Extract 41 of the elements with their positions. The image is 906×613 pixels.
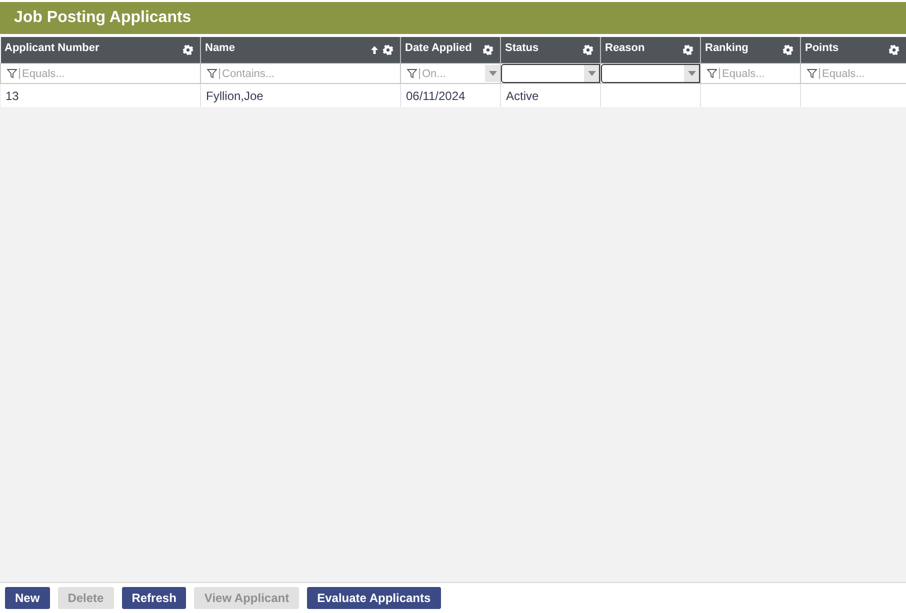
action-button[interactable]: New bbox=[5, 587, 50, 609]
column-header[interactable]: Reason bbox=[600, 37, 700, 64]
settings-icon[interactable] bbox=[183, 45, 193, 55]
page-title: Job Posting Applicants bbox=[14, 9, 192, 27]
settings-icon[interactable] bbox=[783, 45, 793, 55]
table-cell: Active bbox=[506, 88, 539, 102]
filter-icon bbox=[707, 69, 717, 78]
column-label: Ranking bbox=[705, 42, 748, 55]
table-cell: 13 bbox=[6, 88, 19, 102]
column-label: Points bbox=[805, 42, 839, 55]
caret-icon bbox=[588, 71, 596, 76]
dropdown-button[interactable] bbox=[485, 65, 500, 82]
column-header[interactable]: Date Applied bbox=[400, 37, 500, 64]
column-header[interactable]: Name bbox=[200, 37, 400, 64]
column-header[interactable]: Ranking bbox=[700, 37, 800, 64]
filter-icon bbox=[7, 69, 17, 78]
filter-icon bbox=[407, 69, 417, 78]
sort-up-icon[interactable] bbox=[371, 46, 378, 54]
filter-dropdown[interactable] bbox=[601, 64, 700, 83]
column-label: Applicant Number bbox=[4, 42, 100, 55]
table-cell: Fyllion,Joe bbox=[206, 88, 264, 102]
caret-icon bbox=[488, 71, 496, 76]
settings-icon[interactable] bbox=[889, 45, 899, 55]
table-cell: 06/11/2024 bbox=[406, 88, 466, 102]
column-label: Status bbox=[505, 42, 539, 55]
column-label: Reason bbox=[605, 42, 645, 55]
settings-icon[interactable] bbox=[683, 45, 693, 55]
caret-icon bbox=[688, 71, 696, 76]
filter-icon bbox=[807, 69, 817, 78]
settings-icon[interactable] bbox=[583, 45, 593, 55]
action-button[interactable]: Evaluate Applicants bbox=[307, 587, 441, 609]
column-header[interactable]: Applicant Number bbox=[0, 37, 200, 64]
filter-icon bbox=[207, 69, 217, 78]
column-label: Name bbox=[205, 42, 235, 55]
column-header[interactable]: Status bbox=[500, 37, 600, 64]
settings-icon[interactable] bbox=[483, 45, 493, 55]
settings-icon[interactable] bbox=[383, 45, 393, 55]
filter-dropdown[interactable] bbox=[501, 64, 600, 83]
column-header[interactable]: Points bbox=[800, 37, 906, 64]
column-label: Date Applied bbox=[405, 42, 472, 55]
action-button[interactable]: Refresh bbox=[122, 587, 186, 609]
